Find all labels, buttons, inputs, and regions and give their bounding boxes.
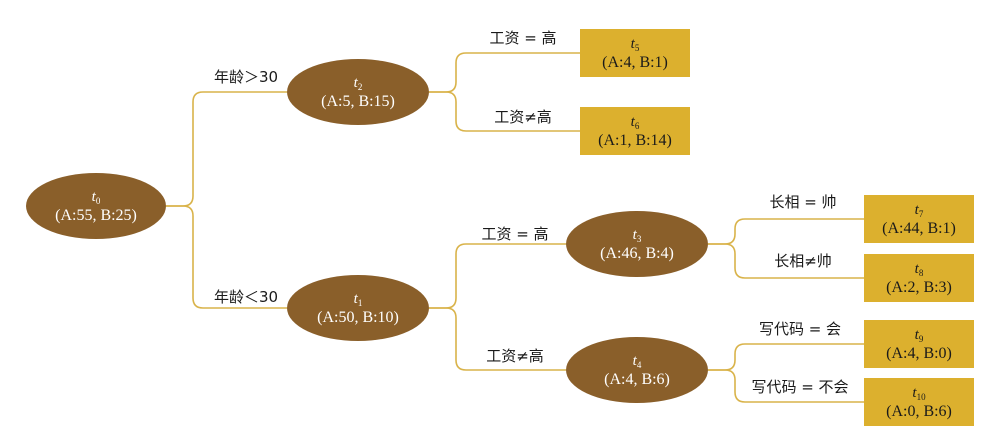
node-t1: t1(A:50, B:10) [287,275,429,341]
edge-label-t0-t2: 年龄＞30 [214,68,278,86]
edge-label-t1-t3: 工资 = 高 [481,225,548,243]
node-t7: t7(A:44, B:1) [864,195,974,243]
node-t2-counts: (A:5, B:15) [321,93,395,110]
node-t2-shape [287,59,429,125]
node-t9-counts: (A:4, B:0) [886,345,952,362]
node-t0-counts: (A:55, B:25) [55,207,137,224]
edge-label-t2-t6: 工资≠高 [494,108,552,126]
node-t3: t3(A:46, B:4) [566,211,708,277]
decision-tree-diagram: 年龄＞30年龄＜30工资 = 高工资≠高工资 = 高工资≠高长相 = 帅长相≠帅… [26,29,974,426]
node-t6: t6(A:1, B:14) [580,107,690,155]
node-t8-counts: (A:2, B:3) [886,279,952,296]
node-t1-shape [287,275,429,341]
node-t0-shape [26,173,166,239]
link-t2-t5 [429,52,580,93]
node-t7-counts: (A:44, B:1) [882,220,956,237]
node-t10: t10(A:0, B:6) [864,378,974,426]
node-t4: t4(A:4, B:6) [566,337,708,403]
edge-label-t4-t9: 写代码 = 会 [759,320,841,338]
edge-label-t2-t5: 工资 = 高 [489,29,556,47]
link-t0-t2 [166,91,287,207]
edge-label-t4-t10: 写代码 = 不会 [751,378,848,396]
node-t9: t9(A:4, B:0) [864,320,974,368]
node-t5: t5(A:4, B:1) [580,29,690,77]
node-t3-shape [566,211,708,277]
edge-label-t1-t4: 工资≠高 [486,347,544,365]
link-t4-t9 [708,343,864,371]
edge-label-t3-t7: 长相 = 帅 [769,193,836,211]
edge-label-t3-t8: 长相≠帅 [774,252,832,270]
edge-label-t0-t1: 年龄＜30 [214,288,278,306]
node-t10-counts: (A:0, B:6) [886,403,952,420]
link-t3-t7 [708,218,864,245]
node-t1-counts: (A:50, B:10) [317,309,399,326]
node-t0: t0(A:55, B:25) [26,173,166,239]
node-t3-counts: (A:46, B:4) [600,245,674,262]
node-t8: t8(A:2, B:3) [864,254,974,302]
node-t4-counts: (A:4, B:6) [604,371,670,388]
node-t2: t2(A:5, B:15) [287,59,429,125]
link-t1-t3 [429,243,566,309]
node-t4-shape [566,337,708,403]
node-t5-counts: (A:4, B:1) [602,54,668,71]
node-t6-counts: (A:1, B:14) [598,132,672,149]
